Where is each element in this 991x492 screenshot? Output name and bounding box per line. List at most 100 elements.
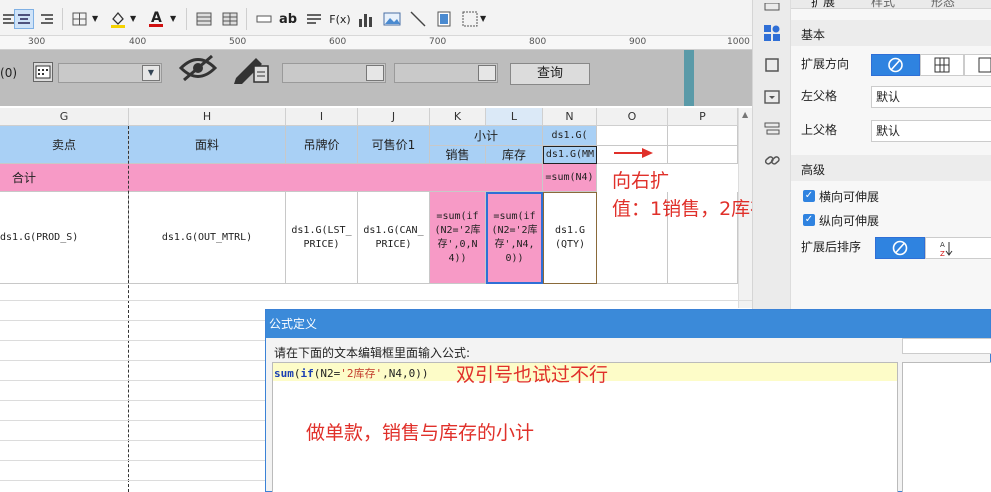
chevron-down-icon[interactable]: ▼ bbox=[130, 14, 136, 23]
grid-icon[interactable] bbox=[220, 9, 240, 29]
align-right-icon[interactable] bbox=[36, 9, 56, 29]
ruler-mark: 400 bbox=[129, 37, 147, 47]
calendar-icon[interactable] bbox=[478, 65, 496, 81]
data-cell-out-mtrl[interactable]: ds1.G(OUT_MTRL) bbox=[129, 192, 286, 284]
param-fragment: (0) bbox=[0, 66, 18, 80]
horizontal-expand-label: 横向可伸展 bbox=[819, 190, 880, 204]
header-cell-saleable-price[interactable]: 可售价1 bbox=[358, 126, 430, 164]
sort-none-option[interactable] bbox=[875, 237, 925, 259]
data-cell-prod-s[interactable]: ds1.G(PROD_S) bbox=[0, 192, 129, 284]
fill-color-icon[interactable] bbox=[108, 9, 128, 29]
sort-after-expand-label: 扩展后排序 bbox=[801, 240, 862, 254]
widget-icon[interactable] bbox=[460, 9, 480, 29]
data-cell-qty[interactable]: ds1.G(QTY) bbox=[543, 192, 597, 284]
align-center-icon[interactable] bbox=[14, 9, 34, 29]
column-header-i[interactable]: I bbox=[286, 108, 358, 126]
header-cell-n2[interactable]: ds1.G(MM bbox=[543, 146, 597, 164]
eye-hidden-icon[interactable] bbox=[178, 53, 218, 86]
header-cell-selling-point[interactable]: 卖点 bbox=[0, 126, 129, 164]
section-advanced: 高级 bbox=[791, 155, 991, 181]
text-field-icon[interactable] bbox=[254, 9, 274, 29]
formula-icon[interactable]: F(x) bbox=[329, 9, 350, 29]
calendar-icon[interactable] bbox=[366, 65, 384, 81]
cell-attributes-icon[interactable] bbox=[763, 24, 781, 45]
function-list[interactable] bbox=[902, 362, 991, 492]
condition-icon[interactable] bbox=[764, 121, 780, 140]
frame-icon[interactable] bbox=[434, 9, 454, 29]
column-header-l[interactable]: L bbox=[486, 108, 543, 126]
border-icon[interactable] bbox=[70, 9, 90, 29]
total-row-label[interactable]: 合计 bbox=[0, 164, 543, 192]
merge-icon[interactable] bbox=[194, 9, 214, 29]
left-parent-label: 左父格 bbox=[801, 89, 838, 103]
column-header-n[interactable]: N bbox=[543, 108, 597, 126]
chevron-down-icon[interactable]: ▼ bbox=[480, 14, 486, 23]
dropdown-widget-icon[interactable] bbox=[764, 89, 780, 108]
header-cell-subtotal[interactable]: 小计 bbox=[430, 126, 543, 146]
toolbar: ▼ ▼ A ▼ ab F(x) ▼ bbox=[0, 0, 752, 36]
slash-icon[interactable] bbox=[408, 9, 428, 29]
header-cell-tag-price[interactable]: 吊牌价 bbox=[286, 126, 358, 164]
column-header-k[interactable]: K bbox=[430, 108, 486, 126]
svg-text:A: A bbox=[151, 10, 162, 26]
data-cell-can-price[interactable]: ds1.G(CAN_PRICE) bbox=[358, 192, 430, 284]
dialog-prompt: 请在下面的文本编辑框里面输入公式: bbox=[274, 346, 471, 360]
layout-icon[interactable] bbox=[764, 0, 780, 14]
tab-style[interactable]: 样式 bbox=[871, 0, 895, 8]
image-icon[interactable] bbox=[382, 9, 402, 29]
total-row-n-formula[interactable]: =sum(N4) bbox=[543, 164, 597, 192]
dialog-title[interactable]: 公式定义 bbox=[266, 310, 990, 338]
chevron-down-icon[interactable]: ▼ bbox=[142, 65, 160, 81]
header-cell-fabric[interactable]: 面料 bbox=[129, 126, 286, 164]
chart-icon[interactable] bbox=[356, 9, 376, 29]
top-parent-select[interactable]: 默认 bbox=[871, 120, 991, 142]
expand-none-option[interactable] bbox=[871, 54, 920, 76]
section-basic: 基本 bbox=[791, 20, 991, 46]
expand-direction-label: 扩展方向 bbox=[801, 57, 850, 71]
query-button[interactable]: 查询 bbox=[510, 63, 590, 85]
column-header-g[interactable]: G bbox=[0, 108, 129, 126]
font-color-icon[interactable]: A bbox=[146, 9, 166, 29]
chevron-up-icon[interactable]: ▲ bbox=[742, 110, 748, 119]
column-header-p[interactable]: P bbox=[668, 108, 738, 126]
param-combo[interactable]: ▼ bbox=[58, 63, 162, 83]
link-icon[interactable] bbox=[764, 152, 780, 171]
data-cell-lst-price[interactable]: ds1.G(LST_PRICE) bbox=[286, 192, 358, 284]
param-date-input[interactable] bbox=[282, 63, 386, 83]
crop-icon[interactable] bbox=[764, 57, 780, 76]
header-cell-n1[interactable]: ds1.G( bbox=[543, 126, 597, 146]
chevron-down-icon[interactable]: ▼ bbox=[92, 14, 98, 23]
expand-vertical-option[interactable] bbox=[920, 54, 964, 76]
header-cell-stock[interactable]: 库存 bbox=[486, 146, 543, 164]
horizontal-expand-checkbox[interactable]: ✓ bbox=[803, 190, 815, 202]
function-search-input[interactable] bbox=[902, 338, 991, 354]
edit-form-icon[interactable] bbox=[232, 52, 272, 87]
grid-cell[interactable] bbox=[668, 146, 738, 164]
column-header-o[interactable]: O bbox=[597, 108, 668, 126]
param-date-input[interactable] bbox=[394, 63, 498, 83]
grid-cell[interactable] bbox=[597, 126, 668, 146]
header-cell-sales[interactable]: 销售 bbox=[430, 146, 486, 164]
data-cell-sales-formula[interactable]: =sum(if(N2='2库存',0,N4)) bbox=[430, 192, 486, 284]
tab-expand[interactable]: 扩展 bbox=[811, 0, 835, 8]
column-header-j[interactable]: J bbox=[358, 108, 430, 126]
formula-dialog: 公式定义 请在下面的文本编辑框里面输入公式: sum(if(N2='2库存',N… bbox=[265, 309, 991, 492]
paragraph-icon[interactable] bbox=[304, 9, 324, 29]
text-ab-icon[interactable]: ab bbox=[278, 9, 298, 29]
column-header-h[interactable]: H bbox=[129, 108, 286, 126]
calendar-icon[interactable] bbox=[33, 62, 53, 82]
tab-form[interactable]: 形态 bbox=[931, 0, 955, 8]
svg-text:Z: Z bbox=[940, 250, 945, 258]
grid-cell[interactable] bbox=[668, 126, 738, 146]
splitter-bar[interactable] bbox=[684, 50, 694, 106]
chevron-down-icon[interactable]: ▼ bbox=[170, 14, 176, 23]
property-tabs: 扩展 样式 形态 bbox=[791, 0, 991, 9]
vertical-expand-checkbox[interactable]: ✓ bbox=[803, 214, 815, 226]
ruler-mark: 1000 bbox=[727, 37, 750, 47]
data-cell-stock-formula[interactable]: =sum(if(N2='2库存',N4,0)) bbox=[486, 192, 543, 284]
sort-descending-option[interactable]: AZ bbox=[925, 237, 991, 259]
expand-horizontal-option[interactable] bbox=[964, 54, 991, 76]
left-parent-select[interactable]: 默认 bbox=[871, 86, 991, 108]
annotation-subtotal: 做单款，销售与库存的小计 bbox=[306, 422, 535, 444]
formula-text[interactable]: sum(if(N2='2库存',N4,0)) bbox=[274, 365, 428, 381]
